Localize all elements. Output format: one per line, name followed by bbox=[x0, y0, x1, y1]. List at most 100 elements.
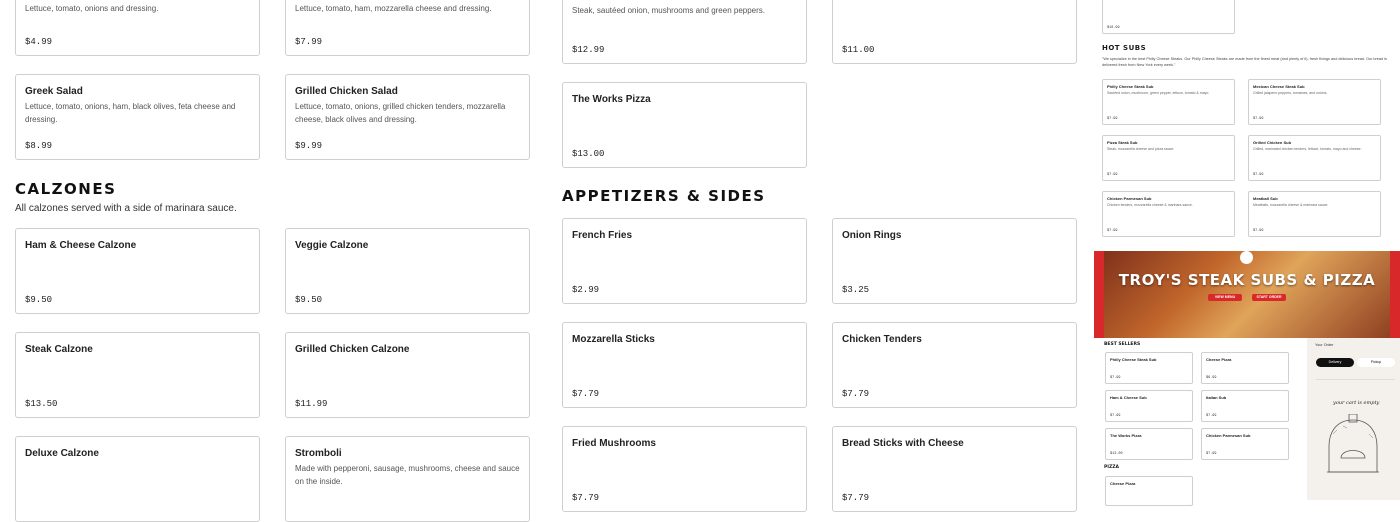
menu-item-card[interactable]: Grilled Chicken Salad Lettuce, tomato, o… bbox=[285, 74, 530, 160]
preview-price: $10.99 bbox=[1107, 26, 1120, 30]
preview-hot-subs-desc: "We specialize in the best Philly Cheese… bbox=[1102, 57, 1387, 67]
preview-sub-desc: Meatballs, mozzarella cheese & marinara … bbox=[1253, 203, 1329, 207]
preview-sub-price: $7.99 bbox=[1253, 117, 1264, 121]
preview-sub-price: $7.99 bbox=[1107, 173, 1118, 177]
menu-item-card[interactable]: Grilled Chicken Calzone $11.99 bbox=[285, 332, 530, 418]
preview-best-card: Italian Sub $7.99 bbox=[1201, 390, 1289, 422]
preview-sub-card: Meatball Sub Meatballs, mozzarella chees… bbox=[1248, 191, 1381, 237]
preview-pizza-name: Cheese Pizza bbox=[1110, 481, 1136, 486]
section-subtitle-calzones: All calzones served with a side of marin… bbox=[15, 203, 237, 214]
menu-item-card[interactable]: Ham & Cheese Calzone $9.50 bbox=[15, 228, 260, 314]
preview-best-price: $7.99 bbox=[1206, 414, 1217, 418]
menu-item-description: Lettuce, tomato, ham, mozzarella cheese … bbox=[295, 4, 492, 13]
preview-pizza-title: PIZZA bbox=[1104, 465, 1119, 470]
menu-item-card[interactable]: The Works Pizza $13.00 bbox=[562, 82, 807, 168]
menu-item-card[interactable]: Onion Rings $3.25 bbox=[832, 218, 1077, 304]
preview-sub-card: Philly Cheese Steak Sub Sautéed onion, m… bbox=[1102, 79, 1235, 125]
pickup-toggle[interactable]: Pickup bbox=[1357, 358, 1395, 367]
menu-item-name: Veggie Calzone bbox=[295, 240, 369, 251]
menu-item-description: Lettuce, tomato, onions, grilled chicken… bbox=[295, 102, 506, 124]
menu-item-name: Steak Calzone bbox=[25, 344, 93, 355]
hero-view-menu-button[interactable]: VIEW MENU bbox=[1208, 294, 1242, 301]
menu-item-card[interactable]: Steak, sautéed onion, mushrooms and gree… bbox=[562, 0, 807, 64]
menu-item-description: Steak, sautéed onion, mushrooms and gree… bbox=[572, 6, 766, 15]
preview-best-price: $7.99 bbox=[1110, 376, 1121, 380]
menu-item-price: $12.99 bbox=[572, 45, 605, 55]
menu-item-name: Stromboli bbox=[295, 448, 342, 459]
preview-best-card: Chicken Parmesan Sub $7.99 bbox=[1201, 428, 1289, 460]
menu-item-card[interactable]: Fried Mushrooms $7.79 bbox=[562, 426, 807, 512]
menu-item-name: Bread Sticks with Cheese bbox=[842, 438, 964, 449]
menu-item-price: $9.99 bbox=[295, 141, 323, 151]
menu-item-price: $11.00 bbox=[842, 45, 875, 55]
preview-sub-card: Pizza Steak Sub Steak, mozzarella cheese… bbox=[1102, 135, 1235, 181]
preview-best-card: The Works Pizza $13.00 bbox=[1105, 428, 1193, 460]
menu-item-price: $9.50 bbox=[295, 295, 323, 305]
menu-item-card[interactable]: Lettuce, tomato, ham, mozzarella cheese … bbox=[285, 0, 530, 56]
menu-item-description: Made with pepperoni, sausage, mushrooms,… bbox=[295, 464, 520, 486]
preview-sub-desc: Grilled jalapeno peppers, tomatoes, and … bbox=[1253, 91, 1328, 95]
preview-best-sellers-title: BEST SELLERS bbox=[1104, 342, 1141, 347]
menu-item-description: Lettuce, tomato, onions, ham, black oliv… bbox=[25, 102, 236, 124]
menu-item-card[interactable]: Lettuce, tomato, onions and dressing. $4… bbox=[15, 0, 260, 56]
preview-sub-desc: Steak, mozzarella cheese and pizza sauce… bbox=[1107, 147, 1175, 151]
preview-sub-desc: Chicken tenders, mozzarella cheese & mar… bbox=[1107, 203, 1193, 207]
order-title: Your Order bbox=[1315, 343, 1334, 347]
preview-best-price: $6.99 bbox=[1206, 376, 1217, 380]
preview-sub-name: Grilled Chicken Sub bbox=[1253, 140, 1292, 145]
preview-sub-desc: Sautéed onion, mushroom, green pepper, l… bbox=[1107, 91, 1210, 95]
pizza-oven-illustration-icon bbox=[1327, 414, 1379, 473]
menu-item-price: $13.00 bbox=[572, 149, 605, 159]
preview-sub-price: $7.99 bbox=[1107, 229, 1118, 233]
menu-item-card[interactable]: Bread Sticks with Cheese $7.79 bbox=[832, 426, 1077, 512]
preview-sub-name: Meatball Sub bbox=[1253, 196, 1278, 201]
preview-sub-price: $7.99 bbox=[1253, 173, 1264, 177]
menu-item-name: French Fries bbox=[572, 230, 633, 241]
menu-item-price: $7.79 bbox=[572, 493, 600, 503]
preview-card: $10.99 bbox=[1102, 0, 1235, 34]
preview-sub-desc: Grilled, marinated chicken tenders, lett… bbox=[1253, 147, 1362, 151]
menu-item-name: Onion Rings bbox=[842, 230, 902, 241]
menu-item-name: The Works Pizza bbox=[572, 94, 651, 105]
menu-item-card[interactable]: Steak Calzone $13.50 bbox=[15, 332, 260, 418]
menu-item-card[interactable]: Deluxe Calzone bbox=[15, 436, 260, 522]
preview-sub-card: Mexican Cheese Steak Sub Grilled jalapen… bbox=[1248, 79, 1381, 125]
preview-best-price: $7.99 bbox=[1110, 414, 1121, 418]
preview-best-card: Philly Cheese Steak Sub $7.99 bbox=[1105, 352, 1193, 384]
menu-item-price: $9.50 bbox=[25, 295, 53, 305]
section-title-appetizers: APPETIZERS & SIDES bbox=[562, 187, 766, 205]
preview-sub-price: $7.99 bbox=[1253, 229, 1264, 233]
menu-item-price: $4.99 bbox=[25, 37, 53, 47]
preview-best-card: Cheese Pizza $6.99 bbox=[1201, 352, 1289, 384]
menu-item-name: Chicken Tenders bbox=[842, 334, 922, 345]
menu-item-card[interactable]: French Fries $2.99 bbox=[562, 218, 807, 304]
preview-sub-card: Grilled Chicken Sub Grilled, marinated c… bbox=[1248, 135, 1381, 181]
preview-hero-banner: TROY'S STEAK SUBS & PIZZA VIEW MENU STAR… bbox=[1094, 251, 1400, 338]
menu-item-name: Grilled Chicken Salad bbox=[295, 86, 398, 97]
hero-title: TROY'S STEAK SUBS & PIZZA bbox=[1118, 271, 1376, 289]
menu-item-card[interactable]: Mozzarella Sticks $7.79 bbox=[562, 322, 807, 408]
menu-item-price: $7.79 bbox=[842, 493, 870, 503]
menu-item-card[interactable]: Stromboli Made with pepperoni, sausage, … bbox=[285, 436, 530, 522]
preview-best-price: $7.99 bbox=[1206, 452, 1217, 456]
preview-hot-subs-title: HOT SUBS bbox=[1102, 44, 1147, 52]
menu-item-price: $8.99 bbox=[25, 141, 53, 151]
address-row[interactable] bbox=[1316, 371, 1395, 380]
delivery-toggle[interactable]: Delivery bbox=[1316, 358, 1354, 367]
menu-item-name: Mozzarella Sticks bbox=[572, 334, 655, 345]
menu-item-card[interactable]: Greek Salad Lettuce, tomato, onions, ham… bbox=[15, 74, 260, 160]
menu-item-price: $7.79 bbox=[842, 389, 870, 399]
menu-item-name: Ham & Cheese Calzone bbox=[25, 240, 137, 251]
preview-best-name: Italian Sub bbox=[1206, 395, 1227, 400]
hero-side-stripe bbox=[1094, 251, 1104, 338]
menu-item-card[interactable]: $11.00 bbox=[832, 0, 1077, 64]
preview-sub-name: Chicken Parmesan Sub bbox=[1107, 196, 1152, 201]
preview-best-name: Ham & Cheese Sub bbox=[1110, 395, 1147, 400]
preview-order-pane: Your Order Delivery Pickup your cart is … bbox=[1307, 338, 1400, 500]
hero-start-order-button[interactable]: START ORDER bbox=[1252, 294, 1286, 301]
preview-best-price: $13.00 bbox=[1110, 452, 1123, 456]
menu-item-card[interactable]: Chicken Tenders $7.79 bbox=[832, 322, 1077, 408]
preview-best-name: Philly Cheese Steak Sub bbox=[1110, 357, 1157, 362]
section-title-calzones: CALZONES bbox=[15, 180, 117, 198]
menu-item-card[interactable]: Veggie Calzone $9.50 bbox=[285, 228, 530, 314]
